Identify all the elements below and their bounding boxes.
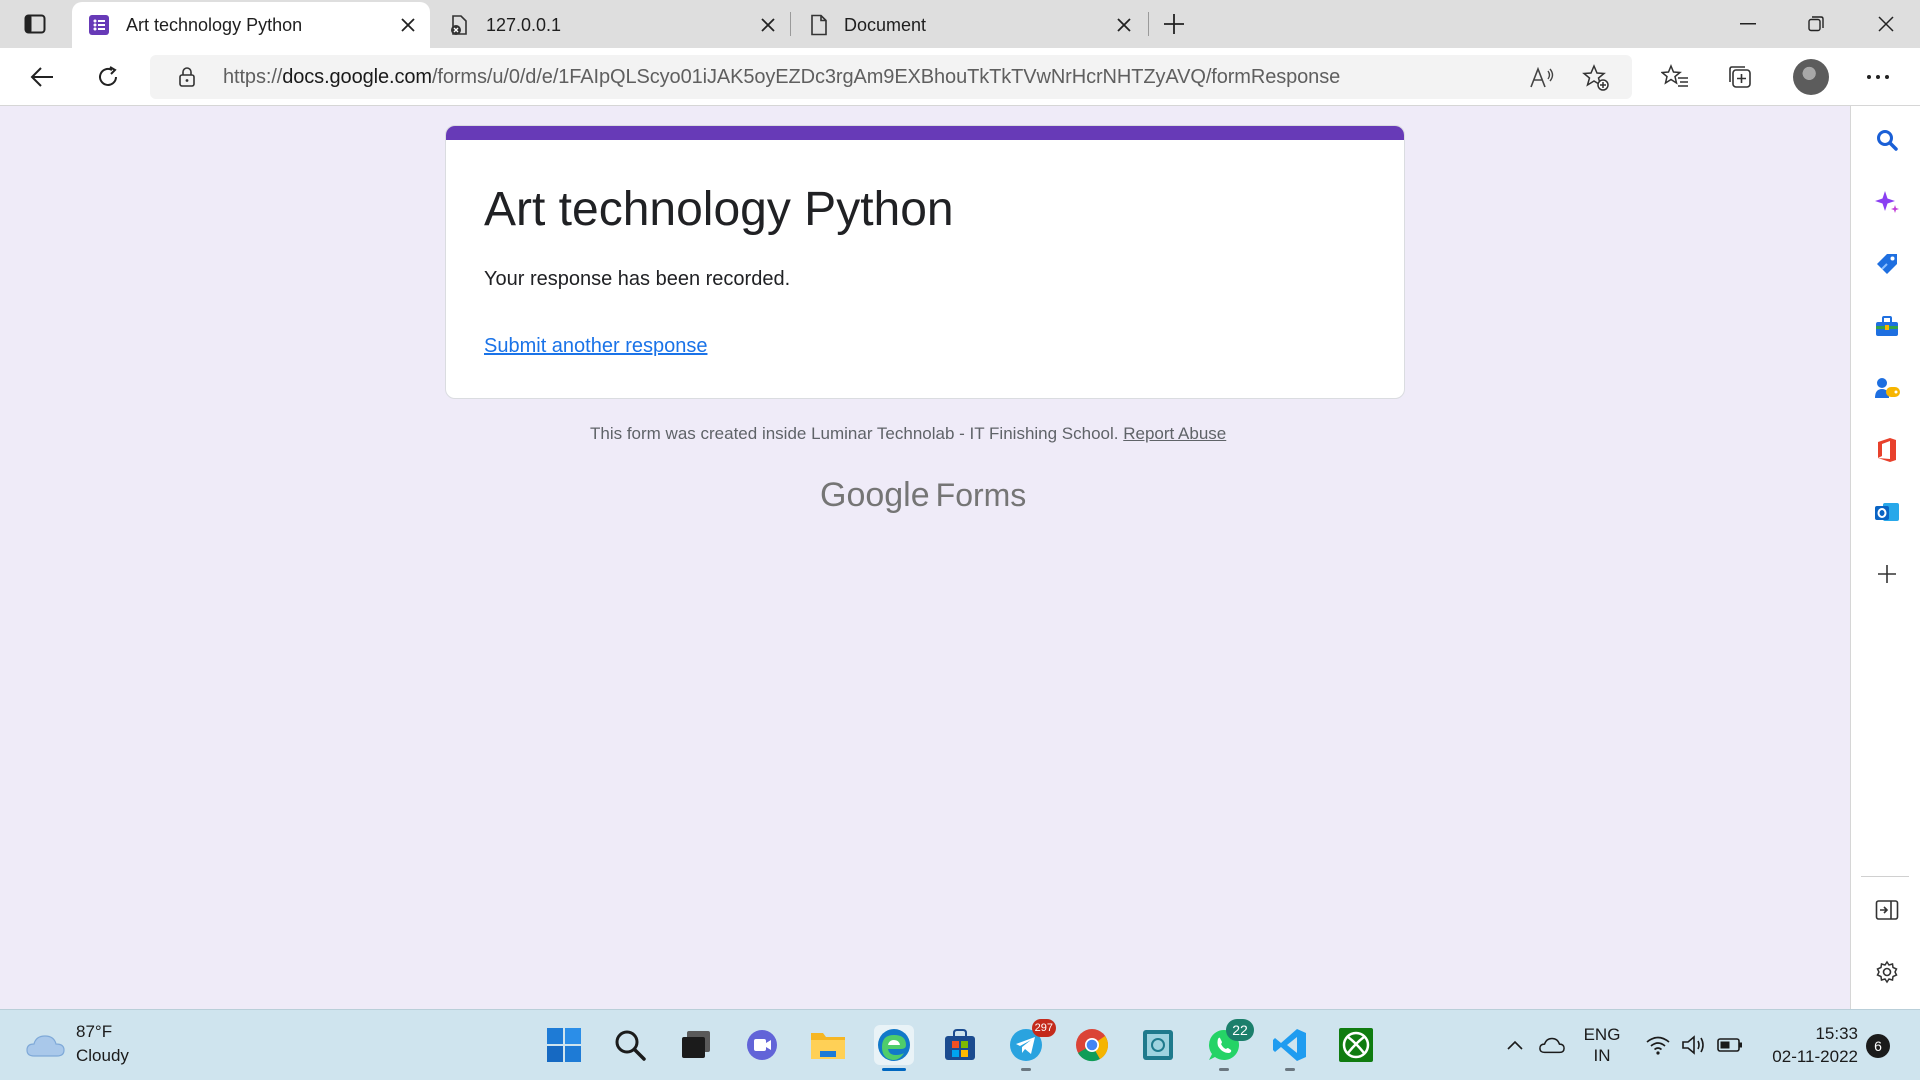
footer-text: This form was created inside Luminar Tec… [590, 424, 1124, 443]
url-text[interactable]: https://docs.google.com/forms/u/0/d/e/1F… [223, 66, 1340, 89]
google-forms-icon [88, 14, 110, 36]
input-language-indicator[interactable]: ENG IN [1580, 1024, 1624, 1066]
close-tab-icon[interactable] [758, 15, 778, 35]
close-tab-icon[interactable] [398, 15, 418, 35]
discover-sparkle-icon[interactable] [1873, 188, 1901, 216]
outlook-icon[interactable] [1873, 498, 1901, 526]
tools-icon[interactable] [1873, 312, 1901, 340]
tab-title: Document [844, 15, 927, 35]
active-indicator [882, 1068, 906, 1071]
taskbar-search-icon[interactable] [610, 1025, 650, 1065]
games-icon[interactable] [1873, 374, 1901, 402]
telegram-icon[interactable]: 297 [1006, 1019, 1056, 1071]
file-explorer-icon[interactable] [808, 1025, 848, 1065]
profile-avatar[interactable] [1793, 59, 1829, 95]
teams-chat-icon[interactable] [742, 1025, 782, 1065]
settings-gear-icon[interactable] [1873, 958, 1901, 986]
weather-temperature[interactable]: 87°F [76, 1022, 112, 1042]
tab-document[interactable]: Document [792, 2, 1146, 48]
collections-icon[interactable] [1724, 61, 1756, 93]
tab-title: Art technology Python [126, 15, 303, 35]
task-view-icon[interactable] [676, 1025, 716, 1065]
form-response-card: Art technology Python Your response has … [445, 125, 1405, 399]
cloudy-weather-icon[interactable] [26, 1032, 66, 1058]
tab-title: 127.0.0.1 [486, 15, 562, 35]
add-sidebar-app-icon[interactable] [1873, 560, 1901, 588]
add-favorite-icon[interactable] [1582, 64, 1610, 92]
xbox-icon[interactable] [1336, 1025, 1376, 1065]
weather-description[interactable]: Cloudy [76, 1046, 129, 1066]
battery-icon[interactable] [1717, 1032, 1743, 1058]
chrome-icon[interactable] [1072, 1025, 1112, 1065]
volume-icon[interactable] [1681, 1032, 1707, 1058]
google-forms-logo[interactable]: Google Forms [820, 476, 1026, 515]
edge-browser-icon[interactable] [874, 1025, 914, 1071]
tab-strip: Art technology Python 127.0.0.1 Document [0, 0, 1920, 48]
minimize-button[interactable] [1720, 6, 1776, 42]
response-recorded-message: Your response has been recorded. [484, 268, 791, 290]
form-footer-note: This form was created inside Luminar Tec… [590, 424, 1226, 444]
windows-taskbar: 87°F Cloudy 297 22 ENG IN 15:33 02-11-20… [0, 1009, 1920, 1080]
clock-date: 02-11-2022 [1772, 1047, 1858, 1066]
lock-icon[interactable] [176, 66, 198, 88]
read-aloud-icon[interactable] [1528, 64, 1556, 92]
edge-sidebar [1850, 106, 1920, 1009]
restore-button[interactable] [1788, 6, 1844, 42]
browser-toolbar: https://docs.google.com/forms/u/0/d/e/1F… [0, 48, 1920, 106]
hide-sidebar-icon[interactable] [1873, 896, 1901, 924]
running-indicator [1219, 1068, 1229, 1071]
show-hidden-icons-chevron-icon[interactable] [1502, 1032, 1528, 1058]
form-accent-band [446, 126, 1404, 140]
more-options-icon[interactable] [1862, 61, 1894, 93]
report-abuse-link[interactable]: Report Abuse [1123, 424, 1226, 443]
microsoft-store-icon[interactable] [940, 1025, 980, 1065]
form-title: Art technology Python [484, 183, 954, 236]
taskbar-clock[interactable]: 15:33 02-11-2022 [1760, 1022, 1858, 1068]
address-bar[interactable]: https://docs.google.com/forms/u/0/d/e/1F… [150, 55, 1632, 99]
start-button[interactable] [544, 1025, 584, 1065]
close-window-button[interactable] [1858, 6, 1914, 42]
wifi-icon[interactable] [1645, 1032, 1671, 1058]
submit-another-response-link[interactable]: Submit another response [484, 335, 707, 358]
close-tab-icon[interactable] [1114, 15, 1134, 35]
clock-time: 15:33 [1815, 1024, 1858, 1043]
running-indicator [1285, 1068, 1295, 1071]
favorites-icon[interactable] [1659, 61, 1691, 93]
photos-app-icon[interactable] [1138, 1025, 1178, 1065]
office-icon[interactable] [1873, 436, 1901, 464]
whatsapp-icon[interactable]: 22 [1204, 1019, 1254, 1071]
document-icon [808, 14, 830, 36]
page-error-icon [448, 14, 470, 36]
tab-localhost[interactable]: 127.0.0.1 [432, 2, 790, 48]
shopping-tag-icon[interactable] [1873, 250, 1901, 278]
vscode-icon[interactable] [1270, 1025, 1310, 1071]
tab-separator [790, 12, 791, 36]
refresh-button[interactable] [88, 59, 128, 95]
sidebar-divider [1861, 876, 1909, 877]
running-indicator [1021, 1068, 1031, 1071]
onedrive-cloud-icon[interactable] [1539, 1032, 1565, 1058]
page-content: Art technology Python Your response has … [0, 106, 1850, 1009]
new-tab-button[interactable] [1158, 10, 1190, 38]
whatsapp-unread-badge: 22 [1226, 1019, 1254, 1041]
notification-count-badge[interactable]: 6 [1866, 1034, 1890, 1058]
tab-separator [1148, 12, 1149, 36]
back-button[interactable] [22, 59, 62, 95]
telegram-unread-badge: 297 [1031, 1019, 1056, 1037]
tab-art-technology-python[interactable]: Art technology Python [72, 2, 430, 48]
tab-actions-menu-icon[interactable] [18, 11, 52, 37]
search-icon[interactable] [1873, 126, 1901, 154]
